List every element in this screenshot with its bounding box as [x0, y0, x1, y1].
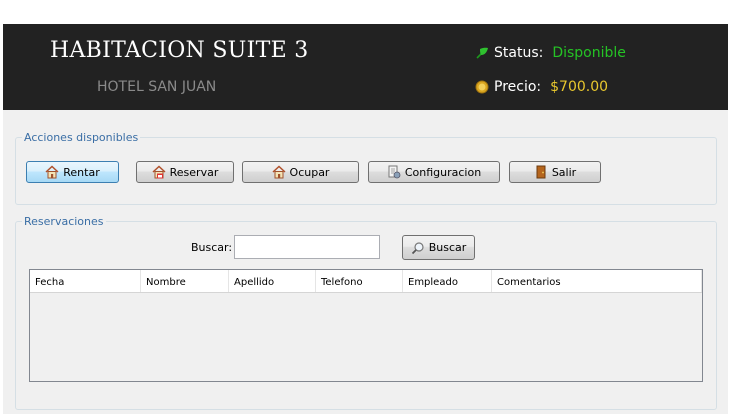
hotel-name: HOTEL SAN JUAN	[97, 79, 217, 95]
column-header-comentarios[interactable]: Comentarios	[492, 270, 702, 292]
status-label: Status:	[494, 45, 544, 61]
reservar-button[interactable]: Reservar	[136, 161, 234, 183]
reservations-group: Reservaciones Buscar: Buscar Fecha Nombr…	[15, 215, 717, 410]
price-label: Precio:	[494, 79, 542, 95]
actions-legend: Acciones disponibles	[22, 131, 141, 144]
room-title: HABITACION SUITE 3	[50, 38, 309, 63]
actions-group: Acciones disponibles Rentar Reservar Ocu…	[15, 131, 717, 205]
house-icon	[45, 165, 59, 179]
table-header: Fecha Nombre Apellido Telefono Empleado …	[30, 270, 702, 293]
ocupar-label: Ocupar	[289, 165, 330, 179]
rentar-button[interactable]: Rentar	[26, 161, 119, 183]
door-icon	[536, 165, 546, 179]
buscar-button[interactable]: Buscar	[402, 235, 475, 260]
column-header-telefono[interactable]: Telefono	[316, 270, 403, 292]
reservar-label: Reservar	[169, 165, 219, 179]
ocupar-button[interactable]: Ocupar	[242, 161, 359, 183]
reservations-legend: Reservaciones	[22, 215, 106, 228]
magnifier-icon	[411, 241, 424, 254]
column-header-nombre[interactable]: Nombre	[141, 270, 229, 292]
column-header-fecha[interactable]: Fecha	[30, 270, 141, 292]
salir-button[interactable]: Salir	[509, 161, 601, 183]
house-calendar-icon	[152, 165, 166, 179]
salir-label: Salir	[551, 165, 577, 179]
house-icon	[272, 165, 286, 179]
configuracion-button[interactable]: Configuracion	[368, 161, 500, 183]
hotel-room-window: HABITACION SUITE 3 HOTEL SAN JUAN Status…	[3, 24, 728, 414]
status-row: Status: Disponible	[475, 45, 626, 61]
status-value: Disponible	[552, 45, 626, 61]
status-leaf-icon	[476, 47, 488, 59]
room-header: HABITACION SUITE 3 HOTEL SAN JUAN Status…	[3, 24, 728, 110]
search-input[interactable]	[234, 235, 380, 259]
buscar-label: Buscar	[428, 241, 467, 254]
reservations-table[interactable]: Fecha Nombre Apellido Telefono Empleado …	[29, 269, 703, 382]
price-row: Precio: $700.00	[475, 79, 608, 95]
search-label: Buscar:	[191, 241, 233, 254]
rentar-label: Rentar	[63, 165, 100, 179]
column-header-apellido[interactable]: Apellido	[229, 270, 316, 292]
coin-icon	[475, 80, 489, 94]
document-settings-icon	[388, 165, 401, 179]
column-header-empleado[interactable]: Empleado	[403, 270, 492, 292]
price-value: $700.00	[550, 79, 609, 95]
configuracion-label: Configuracion	[404, 165, 482, 179]
